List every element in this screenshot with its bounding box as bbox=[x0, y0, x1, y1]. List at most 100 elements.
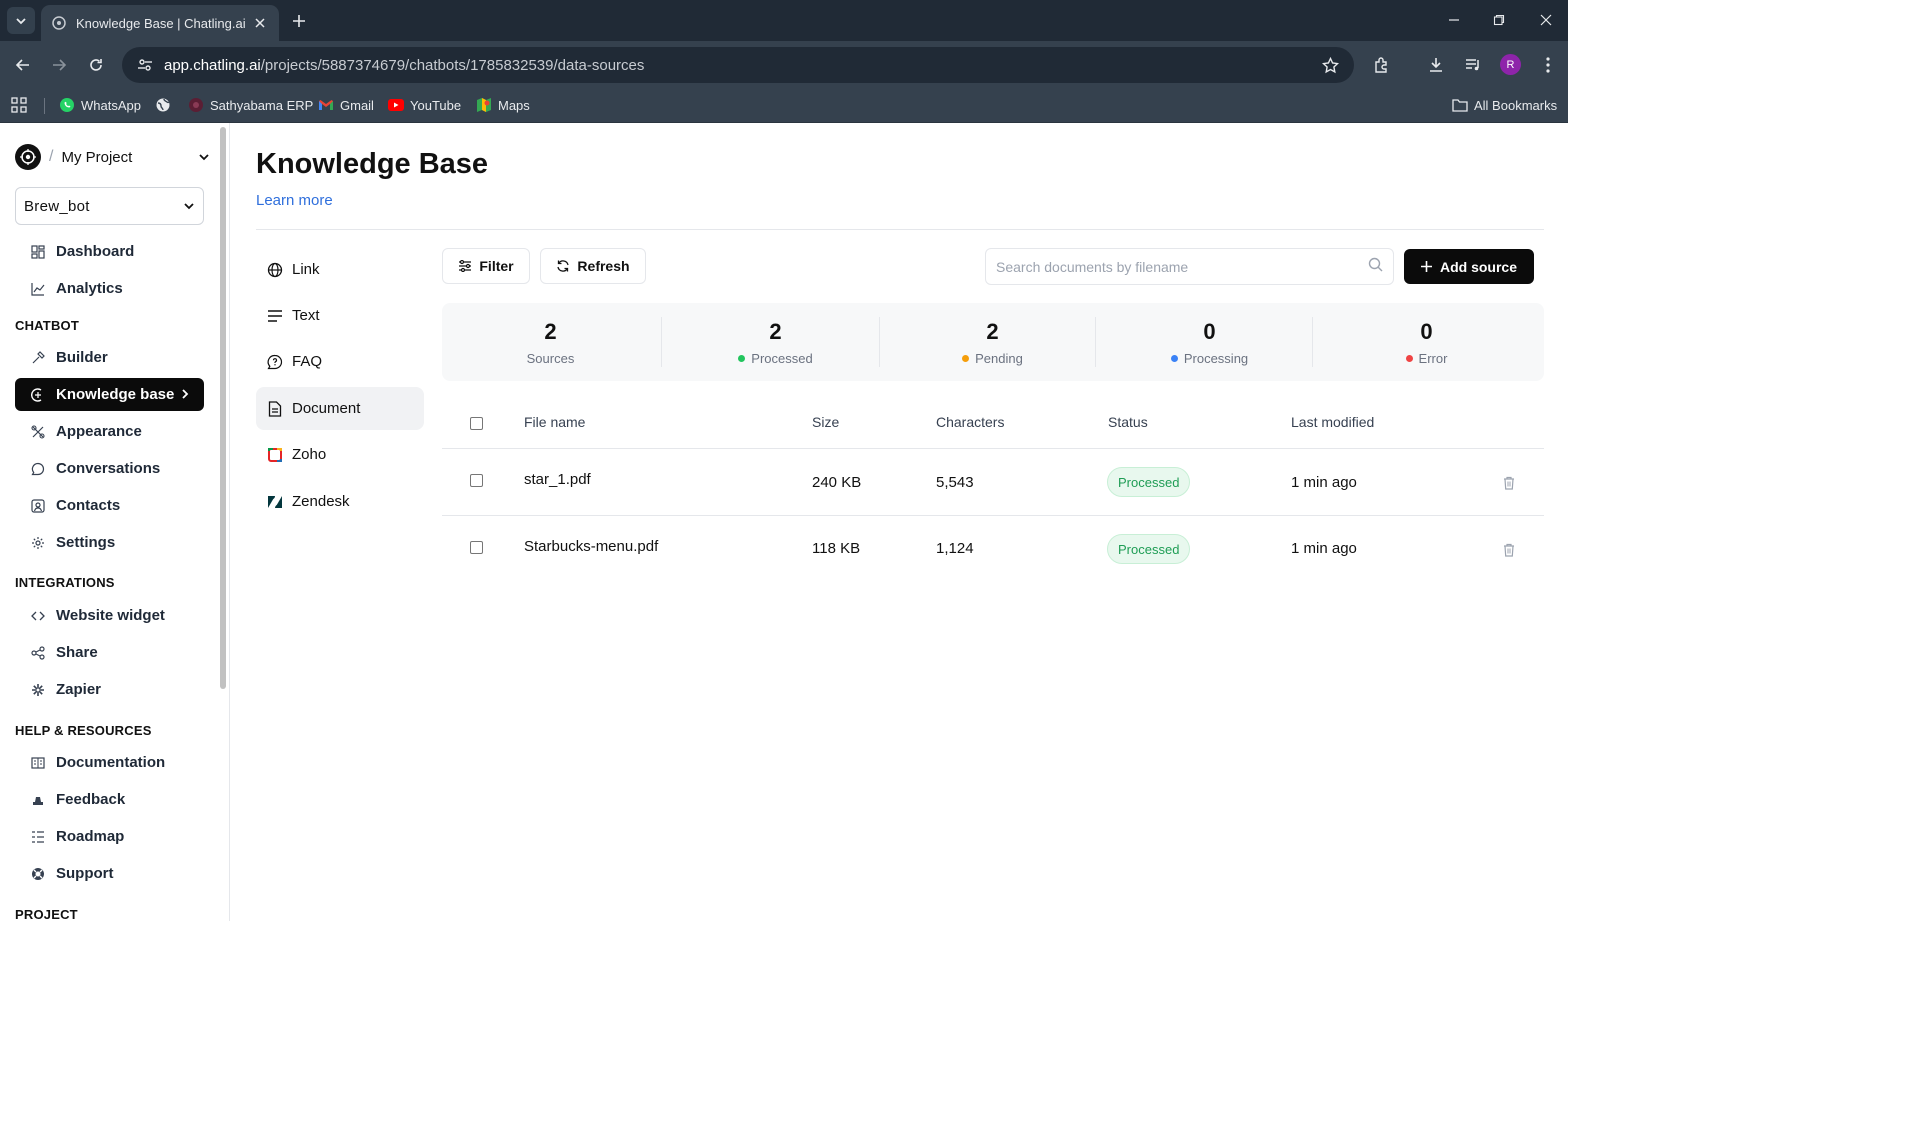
bookmark-youtube[interactable]: YouTube bbox=[388, 95, 461, 115]
sidebar-item-zapier[interactable]: Zapier bbox=[15, 673, 204, 706]
sidebar-item-documentation[interactable]: Documentation bbox=[15, 746, 204, 779]
tab-search-button[interactable] bbox=[7, 7, 35, 34]
browser-tab-active[interactable]: Knowledge Base | Chatling.ai bbox=[41, 5, 279, 41]
browser-menu-icon[interactable] bbox=[1536, 53, 1560, 77]
file-name[interactable]: Starbucks-menu.pdf bbox=[524, 538, 658, 555]
sidebar-item-feedback[interactable]: Feedback bbox=[15, 783, 204, 816]
trash-icon[interactable] bbox=[1501, 542, 1517, 558]
refresh-button[interactable]: Refresh bbox=[540, 248, 646, 284]
site-info-icon[interactable] bbox=[136, 56, 154, 74]
back-button[interactable] bbox=[10, 52, 36, 78]
sidebar-scrollbar[interactable] bbox=[220, 127, 226, 689]
stat-divider bbox=[661, 317, 662, 367]
stat-label: Error bbox=[1418, 350, 1448, 366]
learn-more-link[interactable]: Learn more bbox=[256, 192, 333, 209]
column-header-last-modified[interactable]: Last modified bbox=[1291, 414, 1374, 430]
download-icon[interactable] bbox=[1424, 53, 1448, 77]
source-type-zoho[interactable]: Zoho bbox=[256, 433, 424, 476]
bookmark-gmail[interactable]: Gmail bbox=[318, 95, 374, 115]
bookmark-whatsapp[interactable]: WhatsApp bbox=[59, 95, 141, 115]
bookmark-globe[interactable] bbox=[155, 95, 177, 115]
source-type-faq[interactable]: FAQ bbox=[256, 340, 424, 383]
bookmark-star-icon[interactable] bbox=[1320, 55, 1340, 75]
source-type-document[interactable]: Document bbox=[256, 387, 424, 430]
column-header-status[interactable]: Status bbox=[1108, 414, 1148, 430]
status-badge: Processed bbox=[1107, 534, 1191, 564]
sidebar-item-support[interactable]: Support bbox=[15, 857, 204, 890]
extensions-icon[interactable] bbox=[1370, 53, 1394, 77]
support-icon bbox=[30, 866, 46, 882]
status-dot bbox=[1170, 354, 1178, 362]
stat-label: Sources bbox=[526, 350, 575, 366]
column-header-size[interactable]: Size bbox=[812, 414, 839, 430]
tab-title: Knowledge Base | Chatling.ai bbox=[76, 15, 246, 31]
close-window-button[interactable] bbox=[1532, 8, 1560, 32]
all-bookmarks[interactable]: All Bookmarks bbox=[1452, 95, 1557, 115]
whatsapp-icon bbox=[59, 97, 75, 113]
page-title: Knowledge Base bbox=[256, 148, 489, 180]
sidebar-item-website-widget[interactable]: Website widget bbox=[15, 599, 204, 632]
chevron-down-icon bbox=[199, 154, 209, 161]
stat-value: 0 bbox=[1420, 318, 1433, 344]
search-input[interactable] bbox=[996, 258, 1368, 275]
new-tab-button[interactable] bbox=[288, 10, 310, 32]
sidebar-item-share[interactable]: Share bbox=[15, 636, 204, 669]
search-icon[interactable] bbox=[1368, 257, 1383, 277]
status-dot bbox=[1405, 354, 1413, 362]
select-all-checkbox[interactable] bbox=[470, 417, 483, 430]
filter-icon bbox=[458, 259, 472, 273]
bookmark-sathyabama-erp[interactable]: Sathyabama ERP bbox=[188, 95, 313, 115]
close-icon bbox=[1540, 14, 1552, 26]
media-control-icon[interactable] bbox=[1461, 53, 1485, 77]
stat-value: 2 bbox=[769, 318, 782, 344]
row-checkbox[interactable] bbox=[470, 474, 483, 487]
profile-avatar[interactable]: R bbox=[1500, 54, 1521, 75]
sidebar-item-builder[interactable]: Builder bbox=[15, 341, 204, 374]
restore-button[interactable] bbox=[1485, 8, 1513, 32]
file-name[interactable]: star_1.pdf bbox=[524, 471, 591, 488]
chatbot-select[interactable]: Brew_bot bbox=[15, 187, 204, 225]
column-header-characters[interactable]: Characters bbox=[936, 414, 1004, 430]
sidebar-item-dashboard[interactable]: Dashboard bbox=[15, 235, 204, 268]
row-checkbox[interactable] bbox=[470, 541, 483, 554]
column-header-file-name[interactable]: File name bbox=[524, 414, 585, 430]
chatling-logo-icon bbox=[15, 144, 41, 170]
feedback-icon bbox=[30, 792, 46, 808]
address-bar[interactable]: app.chatling.ai/projects/5887374679/chat… bbox=[122, 47, 1354, 83]
reload-button[interactable] bbox=[83, 52, 109, 78]
sidebar-item-roadmap[interactable]: Roadmap bbox=[15, 820, 204, 853]
sidebar-item-contacts[interactable]: Contacts bbox=[15, 489, 204, 522]
source-type-zendesk[interactable]: Zendesk bbox=[256, 480, 424, 523]
project-switcher[interactable]: / My Project bbox=[15, 143, 210, 171]
forward-button[interactable] bbox=[46, 52, 72, 78]
add-source-button[interactable]: Add source bbox=[1404, 249, 1534, 284]
chatling-favicon-icon bbox=[51, 15, 67, 31]
apps-icon[interactable] bbox=[11, 95, 27, 115]
table-divider bbox=[442, 448, 1544, 449]
document-icon bbox=[266, 400, 284, 418]
chevron-down-icon bbox=[184, 203, 194, 210]
section-chatbot: CHATBOT bbox=[15, 318, 79, 333]
trash-icon[interactable] bbox=[1501, 475, 1517, 491]
zapier-icon bbox=[30, 682, 46, 698]
source-type-link[interactable]: Link bbox=[256, 248, 424, 291]
reload-icon bbox=[90, 59, 102, 71]
filter-button[interactable]: Filter bbox=[442, 248, 530, 284]
stat-error: 0 Error bbox=[1318, 303, 1535, 381]
sidebar-item-knowledge-base[interactable]: Knowledge base bbox=[15, 378, 204, 411]
knowledge-icon bbox=[30, 387, 46, 403]
minimize-button[interactable] bbox=[1440, 8, 1468, 32]
sidebar-item-conversations[interactable]: Conversations bbox=[15, 452, 204, 485]
sidebar-item-appearance[interactable]: Appearance bbox=[15, 415, 204, 448]
restore-icon bbox=[1493, 14, 1505, 26]
document-search[interactable] bbox=[985, 248, 1394, 285]
book-icon bbox=[30, 755, 46, 771]
builder-icon bbox=[30, 350, 46, 366]
bookmark-maps[interactable]: Maps bbox=[476, 95, 530, 115]
close-icon[interactable] bbox=[251, 14, 269, 32]
sidebar-item-settings[interactable]: Settings bbox=[15, 526, 204, 559]
gmail-icon bbox=[318, 97, 334, 113]
section-help-resources: HELP & RESOURCES bbox=[15, 723, 152, 738]
sidebar-item-analytics[interactable]: Analytics bbox=[15, 272, 204, 305]
source-type-text[interactable]: Text bbox=[256, 294, 424, 337]
